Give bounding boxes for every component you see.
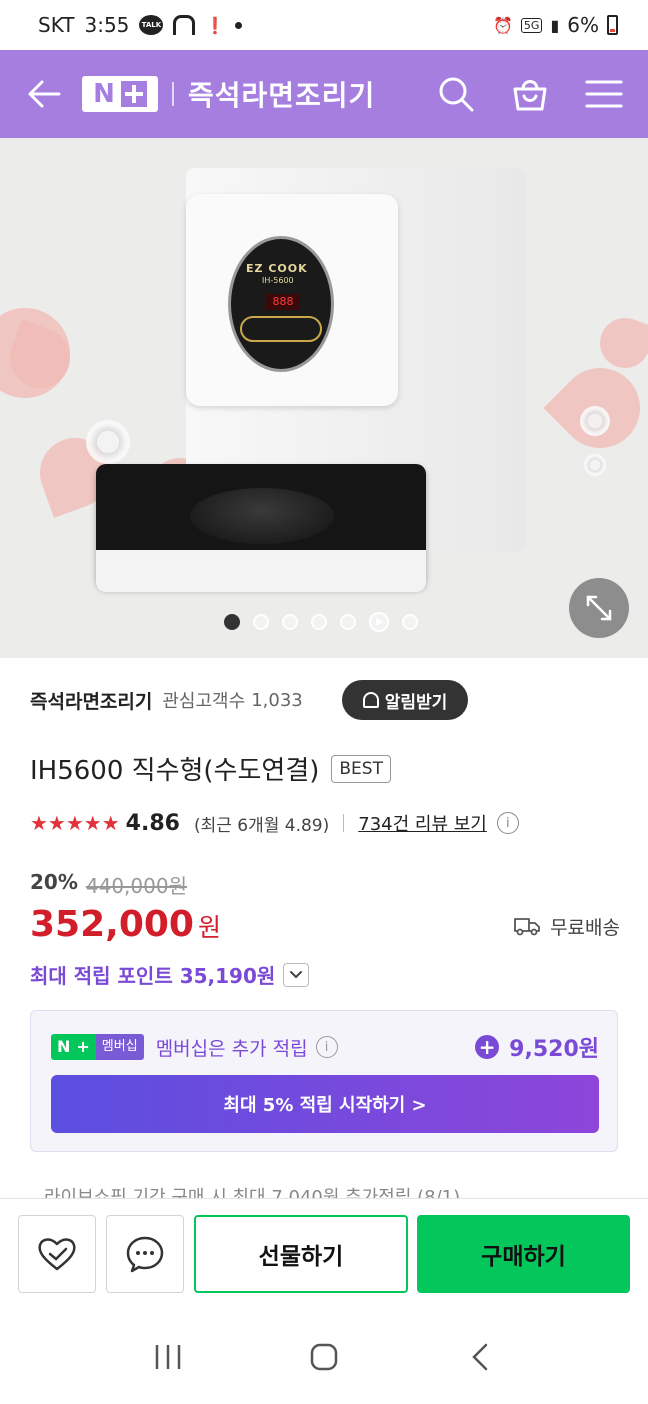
alert-label: 알림받기 [384,692,448,713]
rating-divider [343,814,345,832]
plus-circle-icon: + [475,1035,500,1059]
purchase-bar: 선물하기 구매하기 [0,1198,648,1308]
discount-row: 20% 440,000원 [30,870,187,899]
device-buttons [240,316,322,342]
flower-decoration [86,420,130,464]
alert-subscribe-button[interactable]: 알림받기 [342,680,468,720]
recent-rating: (최근 6개월 4.89) [193,815,330,836]
carousel-dot[interactable] [253,614,269,630]
product-title-row: IH5600 직수형(수도연결) BEST [30,750,391,787]
product-image-carousel[interactable]: EZ COOK IH-5600 888 [0,138,648,658]
home-icon[interactable] [294,1332,354,1382]
membership-start-button[interactable]: 최대 5% 적립 시작하기 > [51,1075,599,1133]
carousel-dot[interactable] [224,614,240,630]
badge-label: 멤버십 [95,1034,144,1060]
logo-plus-icon [120,81,147,107]
search-icon[interactable] [436,74,476,114]
store-title[interactable]: 즉석라면조리기 [188,74,375,114]
followers-count: 1,033 [251,689,303,711]
cart-icon[interactable] [510,74,550,114]
sale-price: 352,000 [30,904,194,945]
menu-icon[interactable] [584,74,624,114]
system-nav-bar [0,1310,648,1404]
price-unit: 원 [197,913,221,942]
shipping-info: 무료배송 [514,913,620,940]
clock: 3:55 [84,13,130,37]
heart-check-icon [38,1238,76,1271]
more-notifications-icon [235,21,243,29]
star-rating-icon: ★★★★★ [30,811,120,835]
membership-points-value: 9,520원 [509,1037,599,1062]
carousel-dot[interactable] [311,614,327,630]
membership-row: N + 멤버십 멤버십은 추가 적립 i + 9,520원 [51,1031,599,1063]
max-points-row[interactable]: 최대 적립 포인트 35,190원 [30,960,310,989]
network-type: 5G [520,17,543,33]
store-name[interactable]: 즉석라면조리기 [30,687,152,714]
alert-notification-icon: ❗ [205,15,226,35]
alarm-icon: ⏰ [493,15,513,35]
recent-apps-icon[interactable] [138,1332,198,1382]
followers-label: 관심고객수 [162,691,246,712]
best-badge: BEST [331,754,391,783]
signal-icon: ▮ [550,15,560,35]
truck-icon [514,918,540,936]
device-brand: EZ COOK [246,262,308,275]
buy-button[interactable]: 구매하기 [417,1215,630,1293]
info-icon[interactable]: i [315,1036,338,1058]
battery-icon [607,15,618,35]
header-actions [436,74,624,114]
video-dot-play-icon[interactable] [369,612,389,632]
membership-points: + 9,520원 [475,1031,599,1063]
max-points-label: 최대 적립 포인트 35,190원 [30,964,276,988]
device-pot [190,488,334,544]
rating-value: 4.86 [125,810,180,836]
gift-button[interactable]: 선물하기 [194,1215,408,1293]
status-right: ⏰ 5G ▮ 6% [493,13,618,37]
carousel-indicator [224,612,418,632]
carousel-dot[interactable] [282,614,298,630]
device-model: IH-5600 [262,276,294,285]
review-link[interactable]: 734건 리뷰 보기 [358,810,487,836]
back-arrow-icon[interactable] [24,74,64,114]
battery-percent: 6% [567,13,599,37]
flower-decoration [584,454,606,476]
store-row: 즉석라면조리기 관심고객수 1,033 알림받기 [30,680,620,720]
expand-icon [586,595,612,621]
kakaotalk-icon: TALK [139,15,164,35]
product-title: IH5600 직수형(수도연결) [30,756,320,786]
home-notification-icon [173,15,196,35]
naver-plus-logo[interactable]: N [82,76,158,112]
badge-n-letter: N [51,1034,77,1060]
shipping-label: 무료배송 [550,916,620,939]
badge-plus-icon: + [76,1034,96,1060]
status-left: SKT 3:55 TALK ❗ [38,13,243,37]
status-bar: SKT 3:55 TALK ❗ ⏰ 5G ▮ 6% [0,0,648,50]
wishlist-button[interactable] [18,1215,96,1293]
chevron-down-icon[interactable] [283,962,310,987]
logo-n-letter: N [93,79,115,109]
membership-box: N + 멤버십 멤버십은 추가 적립 i + 9,520원 최대 5% 적립 시… [30,1010,618,1152]
app-header: N 즉석라면조리기 [0,50,648,138]
expand-image-button[interactable] [569,578,629,638]
discount-percent: 20% [30,870,78,894]
carrier-label: SKT [38,13,75,37]
price-row: 352,000 원 무료배송 [30,904,620,945]
petal-decoration [592,310,648,376]
original-price: 440,000원 [85,874,187,898]
flower-decoration [580,406,610,436]
back-icon[interactable] [450,1332,510,1382]
device-base-bottom [96,550,426,592]
carousel-dot[interactable] [340,614,356,630]
info-icon[interactable]: i [496,812,519,834]
header-divider [172,82,174,106]
device-display: 888 [266,294,300,310]
membership-text: 멤버십은 추가 적립 [155,1037,308,1060]
talk-inquiry-button[interactable] [106,1215,184,1293]
bell-plus-icon [362,692,379,708]
partially-hidden-text: 라이브쇼핑 기간 구매 시 최대 7,040원 추가적립 (8/1) [44,1187,461,1198]
naver-plus-membership-badge: N + 멤버십 [51,1034,144,1060]
rating-row: ★★★★★ 4.86 (최근 6개월 4.89) 734건 리뷰 보기 i [30,810,519,836]
chat-bubble-icon [126,1236,164,1273]
carousel-dot[interactable] [402,614,418,630]
